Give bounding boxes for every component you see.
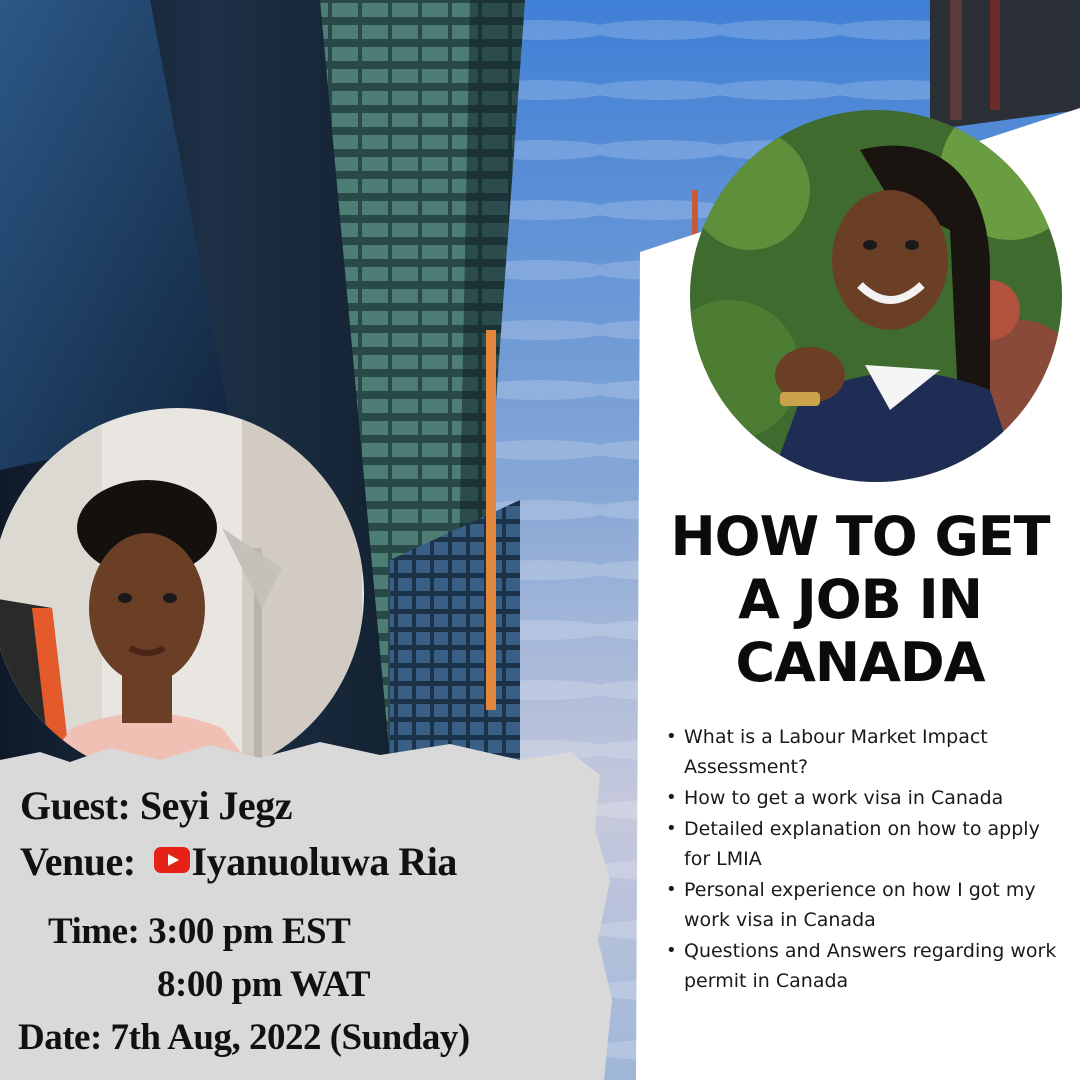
topic-item: Personal experience on how I got my work… [666, 875, 1066, 935]
time-line-wat: 8:00 pm WAT [157, 964, 371, 1005]
headline-line-1: HOW TO GET [670, 505, 1050, 568]
date-line: Date: 7th Aug, 2022 (Sunday) [18, 1017, 470, 1058]
headline: HOW TO GET A JOB IN CANADA [640, 505, 1080, 694]
time-line-est: Time: 3:00 pm EST [48, 911, 351, 952]
venue-label: Venue: [20, 839, 136, 884]
topic-item: How to get a work visa in Canada [666, 783, 1066, 813]
topic-item: What is a Labour Market Impact Assessmen… [666, 722, 1066, 782]
venue-channel: Iyanuoluwa Ria [191, 839, 458, 884]
topic-item: Questions and Answers regarding work per… [666, 936, 1066, 996]
topics-list: What is a Labour Market Impact Assessmen… [666, 722, 1066, 997]
youtube-icon [153, 846, 190, 873]
guest-line: Guest: Seyi Jegz [20, 783, 292, 828]
headline-line-2: A JOB IN [738, 568, 983, 631]
topic-item: Detailed explanation on how to apply for… [666, 814, 1066, 874]
headline-line-3: CANADA [735, 631, 985, 694]
event-poster: HOW TO GET A JOB IN CANADA What is a Lab… [0, 0, 1080, 1080]
venue-line: Venue: Iyanuoluwa Ria [20, 838, 457, 885]
